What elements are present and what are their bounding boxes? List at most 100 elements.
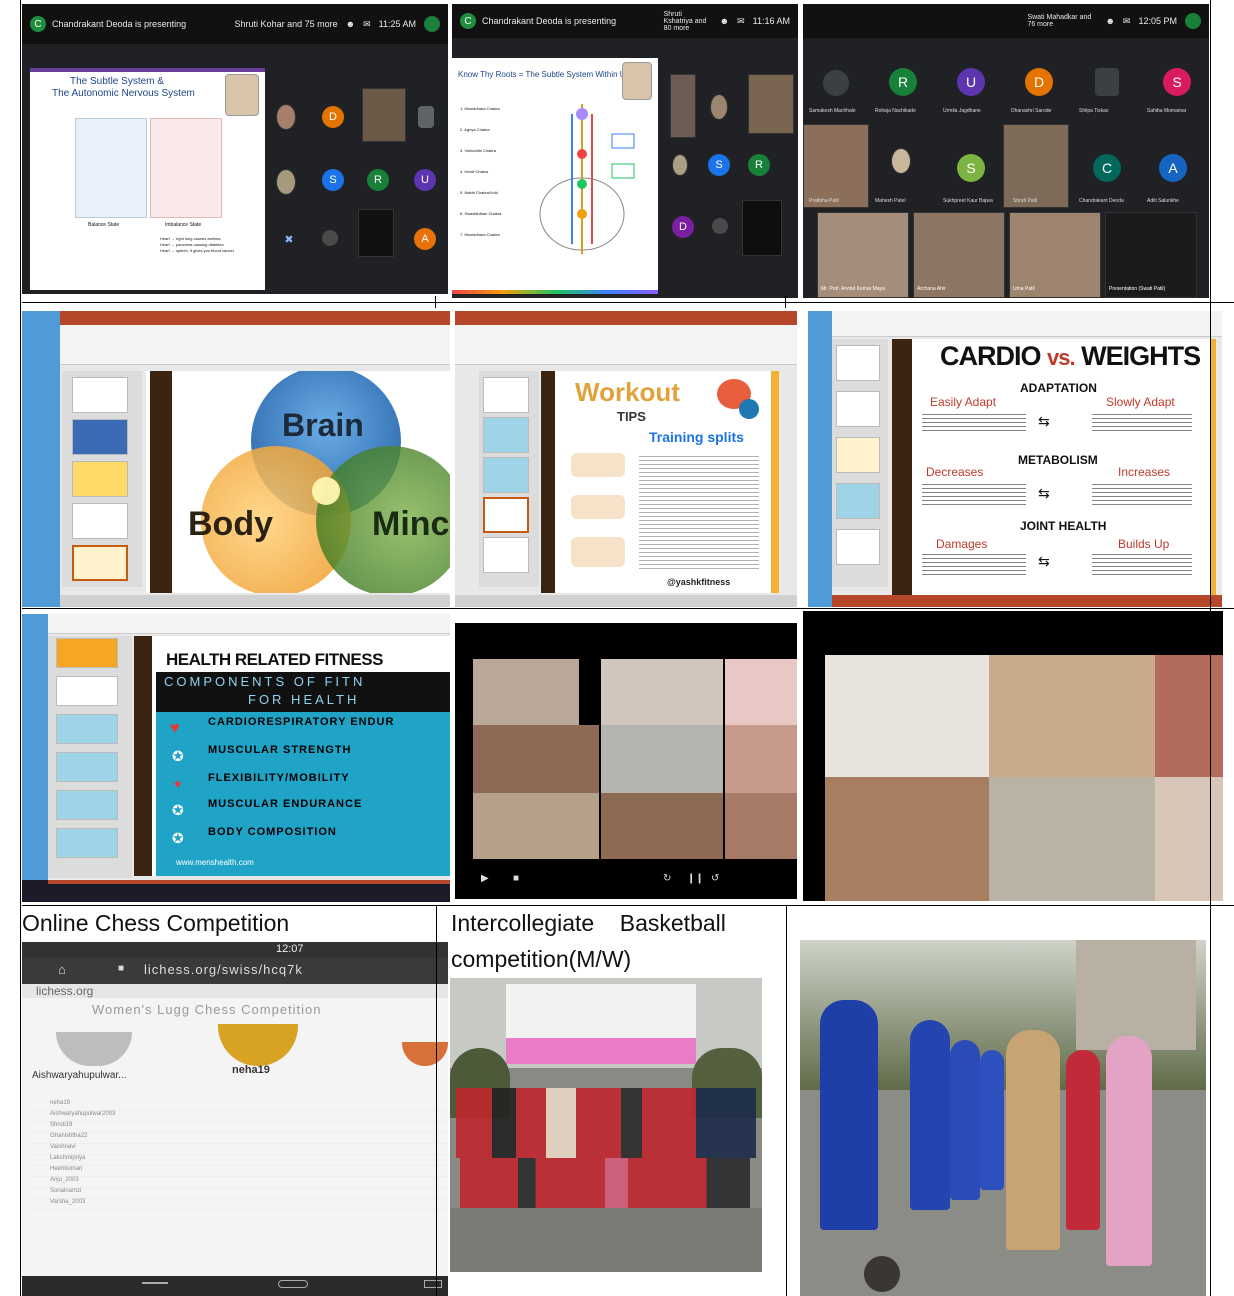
slide-thumbnail[interactable] bbox=[56, 714, 118, 744]
workout-subtitle: TIPS bbox=[617, 409, 646, 424]
site-logo[interactable]: lichess.org bbox=[36, 984, 93, 998]
trophy-icon-third bbox=[402, 1042, 448, 1066]
slide-thumbnail[interactable] bbox=[56, 752, 118, 782]
chakra-item: 4. Heart Chakra bbox=[460, 169, 489, 174]
user-avatar[interactable] bbox=[424, 16, 440, 32]
people-icon[interactable]: ☻ bbox=[346, 19, 355, 29]
standing-row[interactable]: Varsha_2003 bbox=[32, 1199, 448, 1210]
slide-thumbnail[interactable] bbox=[483, 417, 529, 453]
standing-row[interactable]: Shruti19 bbox=[32, 1122, 448, 1133]
standing-row[interactable]: Ghanishtha22 bbox=[32, 1133, 448, 1144]
standing-row[interactable]: Sonalnamzi bbox=[32, 1188, 448, 1199]
chess-phone-screenshot: 12:07 ⌂ ■ lichess.org/swiss/hcq7k liches… bbox=[22, 942, 448, 1296]
slide-thumbnail[interactable] bbox=[836, 529, 880, 565]
slide-thumbnail[interactable] bbox=[72, 377, 128, 413]
standing-row[interactable]: Heenkumari bbox=[32, 1166, 448, 1177]
browser-bar[interactable]: ⌂ ■ lichess.org/swiss/hcq7k bbox=[22, 958, 448, 984]
text-block bbox=[1092, 551, 1192, 575]
pause-icon[interactable]: ❙❙ bbox=[687, 873, 704, 884]
slide-thumbnail-selected[interactable] bbox=[483, 497, 529, 533]
participants-note: Shruti Kshatriya and 80 more bbox=[663, 10, 707, 32]
ribbon-tabs[interactable] bbox=[48, 614, 450, 622]
heart-icon: ♥ bbox=[170, 720, 180, 737]
ribbon[interactable] bbox=[832, 321, 1222, 337]
video-call-gallery-1: ▶ ■ ↻ ❙❙ ↺ bbox=[455, 623, 797, 899]
taskbar[interactable] bbox=[22, 880, 450, 902]
participant-icon bbox=[322, 230, 338, 246]
people-icon[interactable]: ☻ bbox=[720, 16, 729, 26]
slide-thumbnail[interactable] bbox=[72, 419, 128, 455]
slide-canvas: Workout TIPS Training splits @yashkfitne… bbox=[541, 371, 779, 593]
video-tile bbox=[601, 793, 723, 859]
user-avatar[interactable] bbox=[1185, 13, 1201, 29]
venn-diagram bbox=[201, 371, 450, 593]
player-blue bbox=[980, 1050, 1004, 1190]
chat-icon[interactable]: ✉ bbox=[363, 19, 371, 30]
site-nav[interactable]: lichess.org bbox=[22, 984, 448, 998]
ribbon[interactable] bbox=[48, 622, 450, 634]
fitness-item: MUSCULAR ENDURANCE bbox=[208, 798, 363, 810]
table-border bbox=[785, 296, 786, 308]
mic-icon[interactable]: ▶ bbox=[481, 873, 489, 884]
slide-canvas: Brain Body Minc bbox=[146, 371, 450, 593]
slide-thumbnail[interactable] bbox=[56, 828, 118, 858]
home-button-icon[interactable] bbox=[278, 1280, 308, 1288]
menu-icon[interactable] bbox=[142, 1282, 168, 1284]
venn-label-mind: Minc bbox=[372, 505, 450, 543]
forward-icon[interactable]: ↺ bbox=[711, 873, 719, 884]
slide-thumbnails[interactable] bbox=[48, 636, 132, 878]
chat-icon[interactable]: ✉ bbox=[737, 16, 745, 27]
slide-thumbnail-selected[interactable] bbox=[72, 545, 128, 581]
desktop-strip bbox=[22, 311, 60, 607]
chakra-item: 3. Vishuddhi Chakra bbox=[460, 148, 496, 153]
slide-decor-bar bbox=[541, 371, 555, 593]
slide-thumbnail[interactable] bbox=[56, 676, 118, 706]
url-text[interactable]: lichess.org/swiss/hcq7k bbox=[144, 962, 303, 977]
slide-thumbnail[interactable] bbox=[483, 457, 529, 493]
slide-thumbnails[interactable] bbox=[479, 371, 539, 587]
ribbon-tabs[interactable] bbox=[455, 311, 797, 325]
slide-thumbnail[interactable] bbox=[836, 437, 880, 473]
slide-title: Know Thy Roots = The Subtle System Withi… bbox=[458, 70, 630, 79]
slide-thumbnail[interactable] bbox=[483, 537, 529, 573]
home-icon[interactable]: ⌂ bbox=[58, 962, 66, 977]
basketball-team-photo bbox=[450, 978, 762, 1272]
chat-icon[interactable]: ✉ bbox=[1123, 16, 1131, 27]
standing-row[interactable]: Lakshmipriya bbox=[32, 1155, 448, 1166]
participant-tile-r: R bbox=[748, 154, 770, 176]
phone-nav-bar[interactable] bbox=[22, 1276, 448, 1296]
people-icon[interactable]: ☻ bbox=[1105, 16, 1114, 26]
slide-thumbnails[interactable] bbox=[62, 371, 142, 587]
ppt-screenshot-cardio-vs-weights: CARDIO vs. WEIGHTS ADAPTATION Easily Ada… bbox=[808, 311, 1222, 607]
standing-row[interactable]: Aishwaryahupulwar2003 bbox=[32, 1111, 448, 1122]
ribbon[interactable] bbox=[60, 325, 450, 365]
call-controls[interactable]: ▶ ■ ↻ ❙❙ ↺ bbox=[473, 869, 797, 891]
standing-row[interactable]: Vaishnavi bbox=[32, 1144, 448, 1155]
slide-thumbnail[interactable] bbox=[836, 345, 880, 381]
ribbon-tabs[interactable] bbox=[832, 311, 1222, 321]
ribbon-tabs[interactable] bbox=[60, 311, 450, 325]
workout-title: Workout bbox=[575, 377, 680, 407]
standing-row[interactable]: Anju_2003 bbox=[32, 1177, 448, 1188]
slide-thumbnail[interactable] bbox=[483, 377, 529, 413]
slide-thumbnail[interactable] bbox=[72, 461, 128, 497]
slide-thumbnails[interactable] bbox=[832, 339, 888, 587]
slide-thumbnail[interactable] bbox=[836, 391, 880, 427]
training-splits-heading: Training splits bbox=[649, 429, 744, 445]
status-time: 12:07 bbox=[276, 943, 304, 955]
rotate-icon[interactable]: ↻ bbox=[663, 873, 671, 884]
presenter-avatar: C bbox=[460, 13, 476, 29]
slide-thumbnail[interactable] bbox=[836, 483, 880, 519]
slide-thumbnail[interactable] bbox=[56, 638, 118, 668]
video-tile bbox=[803, 124, 869, 208]
video-tile bbox=[276, 169, 296, 195]
ribbon[interactable] bbox=[455, 325, 797, 365]
slide-thumbnail[interactable] bbox=[72, 503, 128, 539]
camera-icon[interactable]: ■ bbox=[513, 873, 519, 884]
slide-thumbnail[interactable] bbox=[56, 790, 118, 820]
video-tile bbox=[276, 104, 296, 130]
back-icon[interactable] bbox=[424, 1280, 442, 1288]
standing-row[interactable]: neha19 bbox=[32, 1100, 448, 1111]
section-right: Builds Up bbox=[1118, 537, 1170, 551]
text-block bbox=[1092, 481, 1192, 505]
